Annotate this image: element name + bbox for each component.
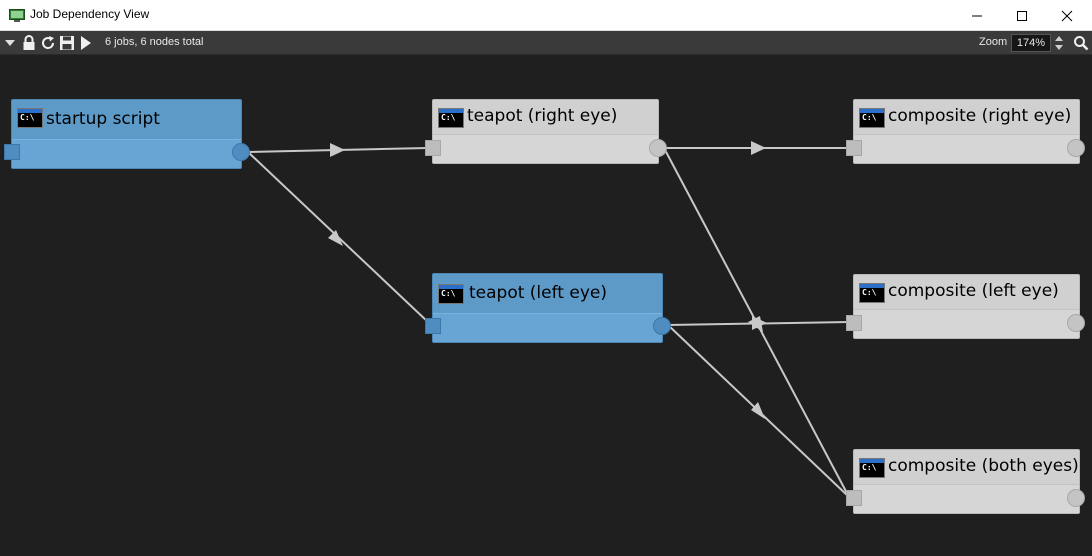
node-teapot-right-eye[interactable]: C:\ teapot (right eye) [425, 99, 667, 164]
zoom-input[interactable]: 174% [1011, 34, 1051, 52]
close-button[interactable] [1044, 0, 1090, 31]
node-body [12, 139, 241, 168]
input-port[interactable] [425, 140, 441, 156]
search-button[interactable] [1072, 34, 1090, 52]
output-port[interactable] [653, 317, 671, 335]
save-icon [60, 36, 74, 50]
input-port[interactable] [846, 490, 862, 506]
command-prompt-icon: C:\ [859, 458, 885, 478]
minimize-icon [972, 15, 982, 16]
dropdown-button[interactable] [1, 34, 19, 52]
refresh-icon [42, 36, 55, 49]
output-port[interactable] [232, 143, 250, 161]
title-bar: Job Dependency View [0, 0, 1092, 31]
lock-button[interactable] [20, 34, 38, 52]
lock-icon [23, 35, 35, 50]
command-prompt-icon: C:\ [438, 284, 464, 304]
node-body [433, 134, 658, 163]
node-body [433, 313, 662, 342]
node-composite-right-eye[interactable]: C:\ composite (right eye) [846, 99, 1085, 164]
zoom-label: Zoom [979, 36, 1008, 48]
input-port[interactable] [4, 144, 20, 160]
dropdown-arrow-icon [5, 40, 15, 46]
node-composite-left-eye[interactable]: C:\ composite (left eye) [846, 274, 1085, 339]
close-icon [1061, 10, 1073, 21]
refresh-button[interactable] [39, 34, 57, 52]
output-port[interactable] [1067, 489, 1085, 507]
input-port[interactable] [425, 318, 441, 334]
zoom-stepper[interactable] [1053, 34, 1065, 52]
output-port[interactable] [649, 139, 667, 157]
node-title: teapot (right eye) [467, 106, 618, 126]
maximize-icon [1017, 10, 1027, 21]
input-port[interactable] [846, 140, 862, 156]
node-startup-script[interactable]: C:\ startup script [4, 99, 250, 169]
node-composite-both-eyes[interactable]: C:\ composite (both eyes) [846, 449, 1085, 514]
node-title: composite (both eyes) [888, 456, 1079, 476]
edge-arrow [751, 141, 766, 155]
window-title: Job Dependency View [30, 7, 150, 21]
node-title: startup script [46, 109, 160, 129]
node-body [854, 484, 1079, 513]
edge-arrow [330, 143, 345, 157]
node-body [854, 134, 1079, 163]
status-text: 6 jobs, 6 nodes total [105, 36, 204, 48]
node-title: composite (left eye) [888, 281, 1059, 301]
search-icon [1074, 36, 1089, 51]
monitor-app-icon [9, 8, 25, 22]
command-prompt-icon: C:\ [859, 108, 885, 128]
spinner-arrows-icon [1055, 36, 1063, 50]
command-prompt-icon: C:\ [17, 108, 43, 128]
command-prompt-icon: C:\ [438, 108, 464, 128]
maximize-button[interactable] [999, 0, 1045, 31]
save-button[interactable] [58, 34, 76, 52]
output-port[interactable] [1067, 314, 1085, 332]
toolbar: 6 jobs, 6 nodes total Zoom [0, 31, 1092, 55]
command-prompt-icon: C:\ [859, 283, 885, 303]
edge-arrow [328, 230, 343, 246]
node-teapot-left-eye[interactable]: C:\ teapot (left eye) [425, 273, 671, 343]
minimize-button[interactable] [954, 0, 1000, 31]
node-body [854, 309, 1079, 338]
play-button[interactable] [77, 34, 95, 52]
output-port[interactable] [1067, 139, 1085, 157]
graph-canvas[interactable]: C:\ startup script C:\ teapot (right eye… [0, 56, 1092, 556]
input-port[interactable] [846, 315, 862, 331]
node-title: teapot (left eye) [469, 283, 607, 303]
play-icon [81, 36, 91, 50]
node-title: composite (right eye) [888, 106, 1072, 126]
